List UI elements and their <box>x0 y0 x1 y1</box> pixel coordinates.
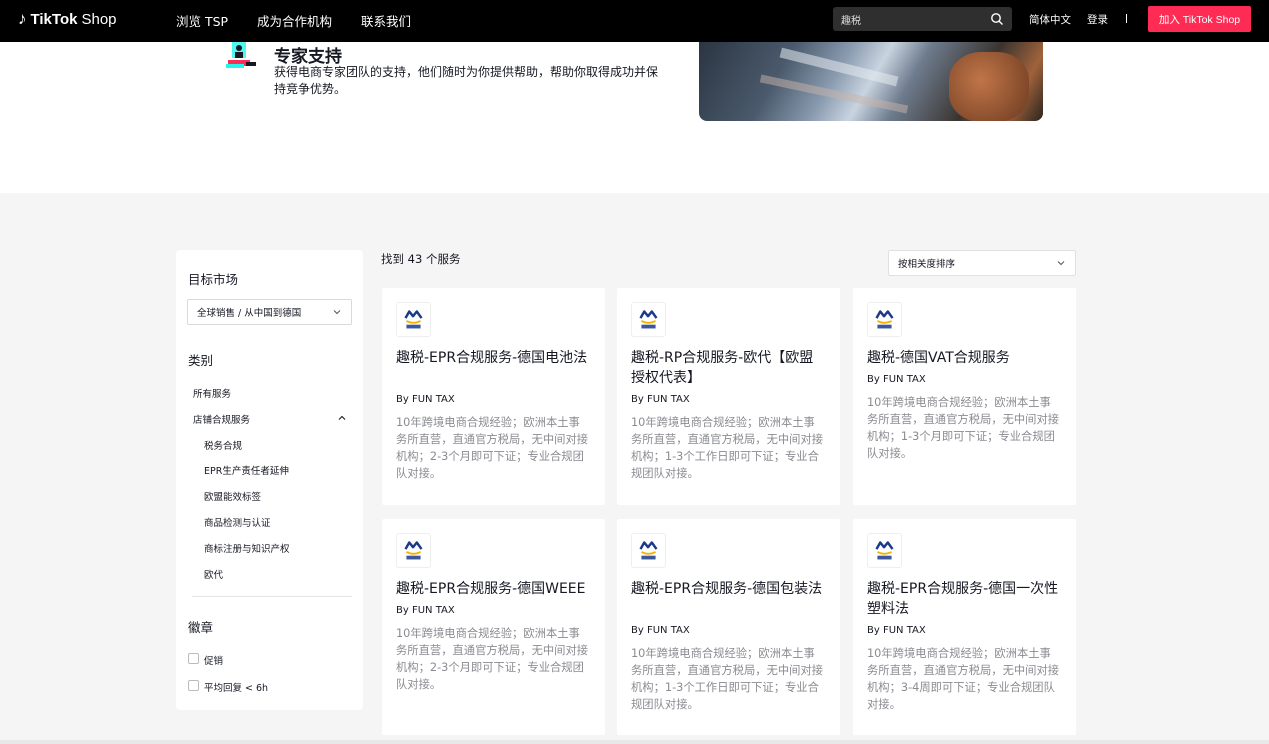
nav-link-become-partner[interactable]: 成为合作机构 <box>257 11 332 30</box>
fun-tax-logo-icon <box>631 302 666 337</box>
sidebar-item-tax-compliance[interactable]: 税务合规 <box>204 438 242 452</box>
service-title[interactable]: 趣税-EPR合规服务-德国包装法 <box>631 579 826 599</box>
search-box <box>833 7 1012 31</box>
fun-tax-logo-icon <box>867 302 902 337</box>
fun-tax-logo-icon <box>396 533 431 568</box>
results-count: 找到 43 个服务 <box>381 252 461 266</box>
badge-heading: 徽章 <box>188 620 214 635</box>
chevron-down-icon <box>333 310 341 315</box>
expert-support-icon <box>226 42 256 68</box>
sidebar-item-store-compliance[interactable]: 店铺合规服务 <box>193 412 250 426</box>
search-icon[interactable] <box>990 12 1004 26</box>
sort-value: 按相关度排序 <box>898 259 956 270</box>
fast-reply-label: 平均回复 < 6h <box>204 683 269 694</box>
search-input[interactable] <box>833 7 973 31</box>
fun-tax-logo-icon <box>867 533 902 568</box>
service-card[interactable]: 趣税-EPR合规服务-德国WEEE By FUN TAX 10年跨境电商合规经验… <box>382 519 605 735</box>
promotion-label: 促销 <box>204 656 224 667</box>
sidebar-item-energy-label[interactable]: 欧盟能效标签 <box>204 489 261 503</box>
service-card[interactable]: 趣税-德国VAT合规服务 By FUN TAX 10年跨境电商合规经验；欧洲本土… <box>853 288 1076 505</box>
service-card[interactable]: 趣税-EPR合规服务-德国包装法 By FUN TAX 10年跨境电商合规经验；… <box>617 519 840 735</box>
service-description: 10年跨境电商合规经验；欧洲本土事务所直营，直通官方税局，无中间对接机构；1-3… <box>631 647 824 711</box>
logo-brand: TikTok <box>30 10 78 28</box>
nav-link-contact-us[interactable]: 联系我们 <box>361 11 411 30</box>
sidebar-item-epr[interactable]: EPR生产责任者延伸 <box>204 463 289 477</box>
join-tiktok-shop-button[interactable]: 加入 TikTok Shop <box>1148 6 1251 32</box>
fast-reply-checkbox[interactable] <box>188 680 199 691</box>
service-title[interactable]: 趣税-RP合规服务-欧代【欧盟授权代表】 <box>631 348 826 388</box>
tiktok-shop-logo[interactable]: ♪ TikTok Shop <box>18 9 117 29</box>
service-provider: By FUN TAX <box>396 605 455 616</box>
service-card[interactable]: 趣税-EPR合规服务-德国一次性塑料法 By FUN TAX 10年跨境电商合规… <box>853 519 1076 735</box>
sidebar-item-product-testing[interactable]: 商品检测与认证 <box>204 515 271 529</box>
fun-tax-logo-icon <box>396 302 431 337</box>
sort-select[interactable]: 按相关度排序 <box>888 250 1076 276</box>
target-market-select[interactable]: 全球销售 / 从中国到德国 <box>187 299 352 325</box>
service-description: 10年跨境电商合规经验；欧洲本土事务所直营，直通官方税局，无中间对接机构；3-4… <box>867 647 1060 711</box>
service-title[interactable]: 趣税-EPR合规服务-德国WEEE <box>396 579 591 599</box>
service-title[interactable]: 趣税-EPR合规服务-德国电池法 <box>396 348 591 368</box>
chevron-down-icon <box>1057 261 1065 266</box>
service-provider: By FUN TAX <box>867 374 926 385</box>
fun-tax-logo-icon <box>631 533 666 568</box>
hero-description: 获得电商专家团队的支持，他们随时为你提供帮助，帮助你取得成功并保持竞争优势。 <box>274 65 659 96</box>
service-provider: By FUN TAX <box>631 394 690 405</box>
service-description: 10年跨境电商合规经验；欧洲本土事务所直营，直通官方税局，无中间对接机构；1-3… <box>631 416 824 480</box>
target-market-heading: 目标市场 <box>188 272 239 287</box>
tiktok-note-icon: ♪ <box>18 9 27 28</box>
service-title[interactable]: 趣税-EPR合规服务-德国一次性塑料法 <box>867 579 1062 619</box>
service-provider: By FUN TAX <box>867 625 926 636</box>
service-provider: By FUN TAX <box>631 625 690 636</box>
sidebar-item-all-services[interactable]: 所有服务 <box>193 386 231 400</box>
nav-divider <box>1126 14 1127 23</box>
language-switcher[interactable]: 简体中文 <box>1029 12 1071 27</box>
service-description: 10年跨境电商合规经验；欧洲本土事务所直营，直通官方税局，无中间对接机构；2-3… <box>396 627 589 691</box>
hero-section: 专家支持 获得电商专家团队的支持，他们随时为你提供帮助，帮助你取得成功并保持竞争… <box>0 42 1269 193</box>
service-card[interactable]: 趣税-EPR合规服务-德国电池法 By FUN TAX 10年跨境电商合规经验；… <box>382 288 605 505</box>
service-description: 10年跨境电商合规经验；欧洲本土事务所直营，直通官方税局，无中间对接机构；1-3… <box>867 396 1060 460</box>
chevron-up-icon[interactable] <box>338 414 346 422</box>
hero-image <box>699 42 1043 121</box>
category-heading: 类别 <box>188 353 214 368</box>
sidebar-divider <box>192 596 352 597</box>
sidebar-item-trademark[interactable]: 商标注册与知识产权 <box>204 541 290 555</box>
login-link[interactable]: 登录 <box>1087 12 1108 27</box>
sidebar-item-eu-rep[interactable]: 欧代 <box>204 567 223 581</box>
service-card[interactable]: 趣税-RP合规服务-欧代【欧盟授权代表】 By FUN TAX 10年跨境电商合… <box>617 288 840 505</box>
target-market-value: 全球销售 / 从中国到德国 <box>197 308 302 319</box>
nav-link-browse-tsp[interactable]: 浏览 TSP <box>176 11 228 30</box>
service-description: 10年跨境电商合规经验；欧洲本土事务所直营，直通官方税局，无中间对接机构；2-3… <box>396 416 589 480</box>
service-provider: By FUN TAX <box>396 394 455 405</box>
service-title[interactable]: 趣税-德国VAT合规服务 <box>867 348 1062 368</box>
logo-shop: Shop <box>81 10 117 28</box>
top-nav: ♪ TikTok Shop 浏览 TSP 成为合作机构 联系我们 简体中文 登录… <box>0 0 1269 42</box>
filter-sidebar: 目标市场 全球销售 / 从中国到德国 类别 所有服务 店铺合规服务 税务合规 E… <box>176 250 363 710</box>
promotion-checkbox[interactable] <box>188 653 199 664</box>
page-bottom-edge <box>0 740 1269 744</box>
